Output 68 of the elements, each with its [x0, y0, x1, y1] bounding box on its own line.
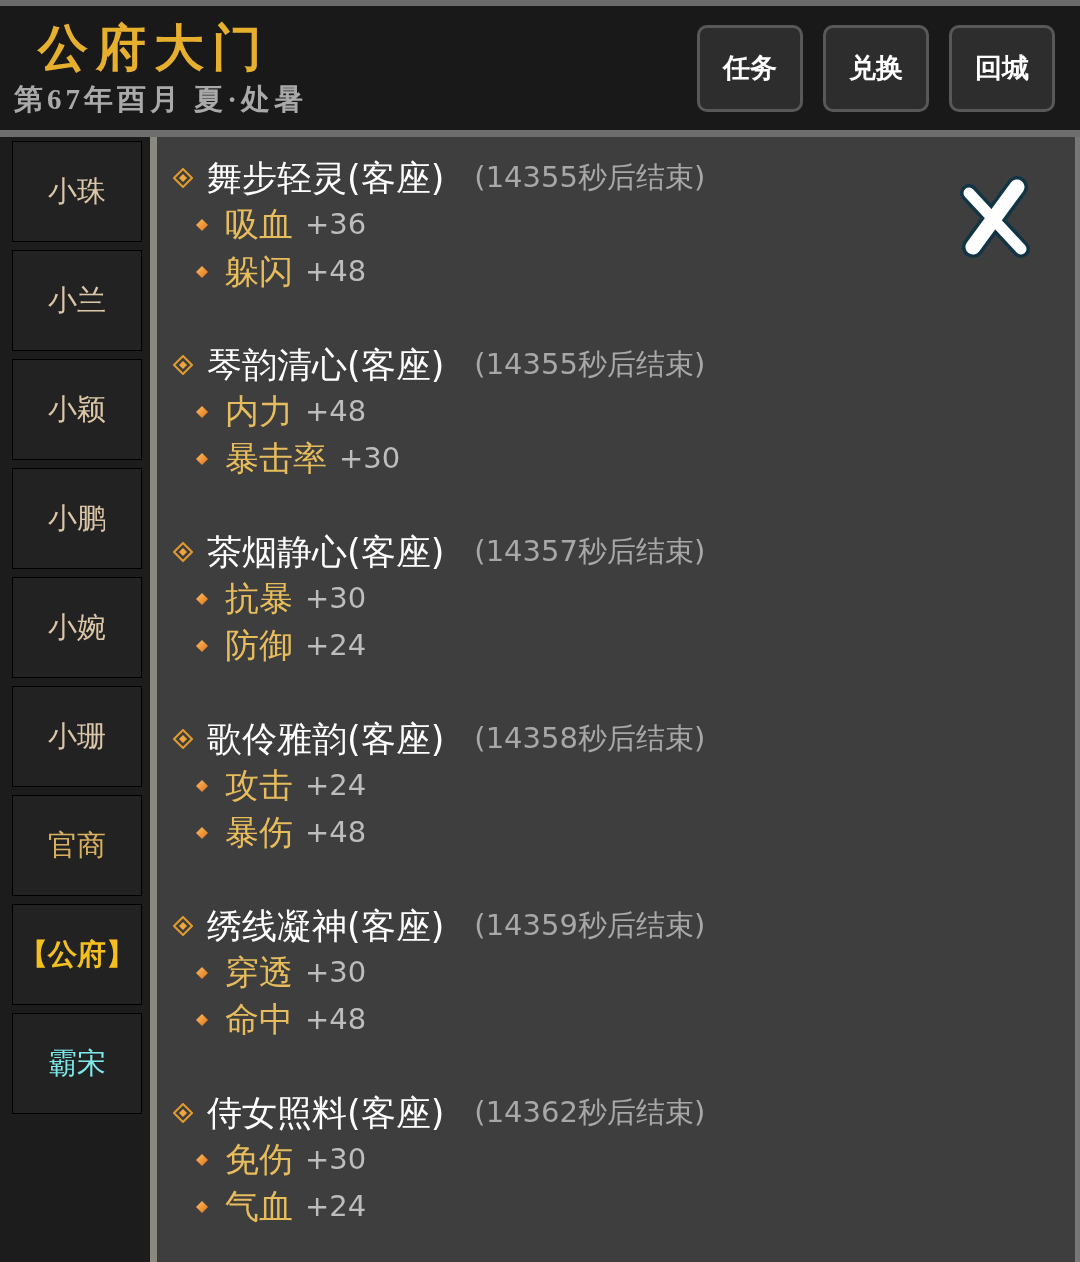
bullet-icon [196, 1200, 208, 1213]
buff-name: 琴韵清心(客座) [207, 343, 445, 387]
diamond-icon [173, 729, 193, 749]
buff-timer: (14362秒后结束) [474, 1094, 706, 1132]
stat-value: +48 [305, 392, 367, 430]
page-title: 公府大门 [36, 19, 271, 77]
stat-value: +48 [305, 252, 367, 290]
diamond-icon [173, 916, 193, 936]
buff-timer: (14357秒后结束) [474, 533, 706, 571]
stat-name: 攻击 [225, 764, 293, 807]
sidebar-item[interactable]: 小珊 [12, 686, 142, 787]
stat-value: +48 [305, 813, 367, 851]
stat-name: 暴伤 [225, 811, 293, 854]
stat-name: 穿透 [225, 951, 293, 994]
buff-name: 茶烟静心(客座) [207, 530, 445, 574]
stat-value: +30 [305, 579, 367, 617]
diamond-icon [173, 542, 193, 562]
bullet-icon [196, 639, 208, 652]
stat-value: +30 [305, 953, 367, 991]
stat-name: 躲闪 [225, 250, 293, 293]
buff-name: 绣线凝神(客座) [207, 904, 445, 948]
stat-value: +30 [305, 1140, 367, 1178]
bullet-icon [196, 1013, 208, 1026]
buff-name: 舞步轻灵(客座) [207, 156, 445, 200]
buff-timer: (14358秒后结束) [474, 720, 706, 758]
sidebar-item[interactable]: 小婉 [12, 577, 142, 678]
stat-value: +48 [305, 1000, 367, 1038]
header-button[interactable]: 兑换 [823, 24, 929, 112]
bullet-icon [196, 265, 208, 278]
stat-value: +24 [305, 1187, 367, 1225]
bullet-icon [196, 826, 208, 839]
stat-name: 内力 [225, 390, 293, 433]
bullet-icon [196, 452, 208, 465]
bullet-icon [196, 592, 208, 605]
stat-value: +30 [339, 439, 401, 477]
stat-name: 抗暴 [225, 577, 293, 620]
sidebar-item[interactable]: 小鹏 [12, 468, 142, 569]
stat-value: +24 [305, 766, 367, 804]
bullet-icon [196, 779, 208, 792]
bullet-icon [196, 405, 208, 418]
buff-timer: (14355秒后结束) [474, 346, 706, 384]
header-button[interactable]: 任务 [697, 24, 803, 112]
stat-value: +36 [305, 205, 367, 243]
bullet-icon [196, 218, 208, 231]
sidebar-item[interactable]: 【公府】 [12, 904, 142, 1005]
stat-value: +24 [305, 626, 367, 664]
diamond-icon [173, 168, 193, 188]
bullet-icon [196, 966, 208, 979]
sidebar-item[interactable]: 小兰 [12, 250, 142, 351]
date-subtitle: 第67年酉月 夏·处暑 [13, 82, 307, 117]
sidebar-item[interactable]: 小颖 [12, 359, 142, 460]
stat-name: 气血 [225, 1185, 293, 1228]
stat-name: 防御 [225, 624, 293, 667]
buff-name: 侍女照料(客座) [207, 1091, 445, 1135]
stat-name: 免伤 [225, 1138, 293, 1181]
header-button[interactable]: 回城 [949, 24, 1055, 112]
stat-name: 吸血 [225, 203, 293, 246]
stat-name: 暴击率 [225, 437, 327, 480]
diamond-icon [173, 1103, 193, 1123]
bullet-icon [196, 1153, 208, 1166]
buff-name: 歌伶雅韵(客座) [207, 717, 445, 761]
sidebar-item[interactable]: 小珠 [12, 141, 142, 242]
stat-name: 命中 [225, 998, 293, 1041]
sidebar-item[interactable]: 官商 [12, 795, 142, 896]
buff-timer: (14359秒后结束) [474, 907, 706, 945]
diamond-icon [173, 355, 193, 375]
buff-timer: (14355秒后结束) [474, 159, 706, 197]
sidebar-item[interactable]: 霸宋 [12, 1013, 142, 1114]
